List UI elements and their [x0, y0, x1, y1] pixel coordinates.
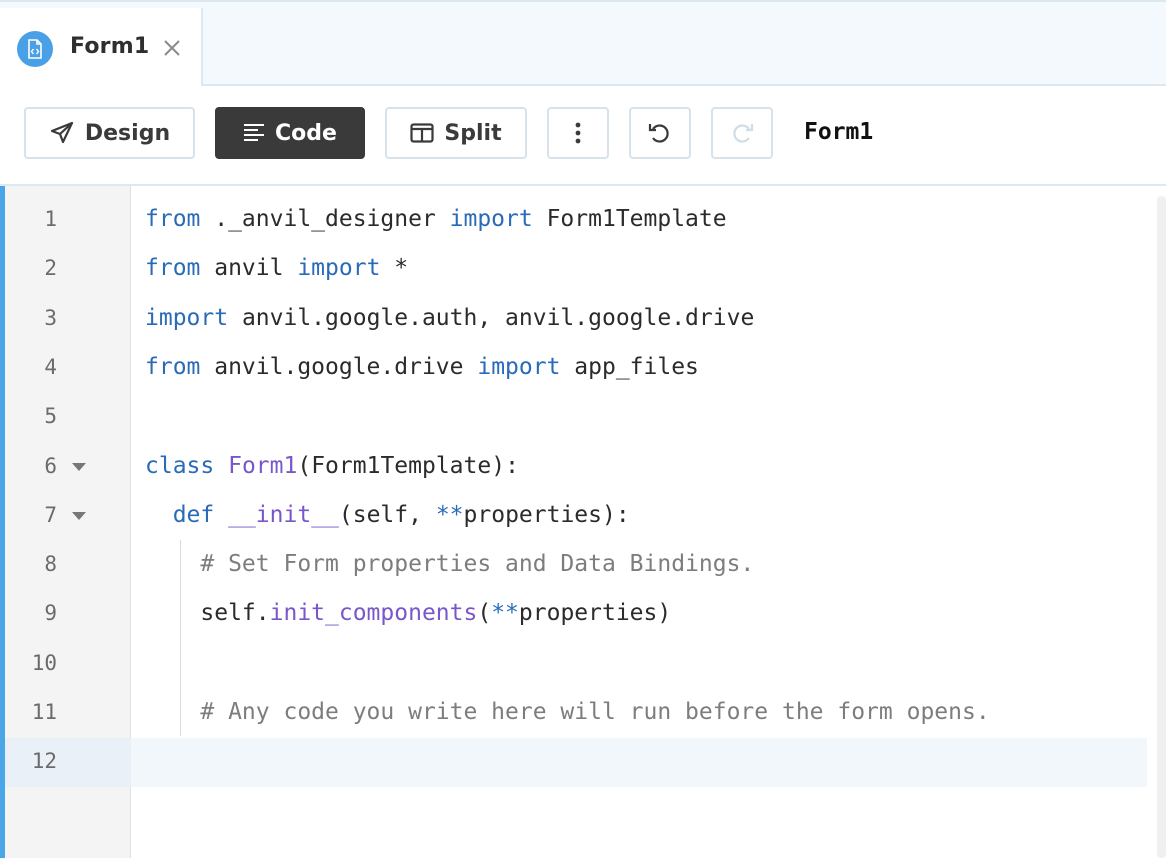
code-token: __init__ [228, 502, 339, 528]
code-line[interactable]: from anvil.google.drive import app_files [145, 343, 699, 392]
vertical-scrollbar[interactable] [1157, 196, 1166, 858]
code-token: import [449, 206, 533, 232]
code-token: # Any code you write here will run befor… [200, 699, 990, 725]
paper-plane-icon [49, 121, 75, 145]
form-name: Form1 [804, 119, 874, 145]
fold-arrow-icon[interactable] [70, 491, 88, 540]
code-token: app_files [560, 354, 699, 380]
code-token: import [297, 255, 381, 281]
code-token: (self, [338, 502, 436, 528]
align-left-icon [243, 123, 265, 143]
code-token: properties): [463, 502, 630, 528]
code-token: ** [435, 502, 464, 528]
code-token: from [145, 354, 201, 380]
redo-icon [729, 120, 755, 146]
line-number: 10 [31, 651, 57, 675]
code-token: ** [491, 600, 519, 626]
code-line[interactable]: class Form1(Form1Template): [145, 442, 519, 491]
undo-button[interactable] [629, 107, 691, 159]
close-icon[interactable] [160, 36, 184, 60]
code-token: import [145, 305, 229, 331]
code-token: anvil.google.auth, anvil.google.drive [228, 305, 755, 331]
code-token: anvil [200, 255, 298, 281]
code-token: def [172, 502, 215, 528]
code-token: Form1Template [532, 206, 727, 232]
more-vertical-icon [575, 122, 581, 144]
line-number: 3 [44, 306, 57, 330]
code-token: from [145, 255, 201, 281]
toolbar: Design Code Split Form1 [0, 86, 1166, 186]
code-token: * [380, 255, 409, 281]
tab-label: Form1 [70, 34, 150, 59]
code-token: from [145, 206, 201, 232]
code-token: class [145, 453, 215, 479]
code-line[interactable]: def __init__(self, **properties): [145, 491, 630, 540]
code-token: import [477, 354, 561, 380]
line-number: 2 [44, 256, 57, 280]
active-line-highlight [131, 738, 1147, 787]
tab-bar: Form1 [0, 0, 1166, 86]
line-number: 7 [44, 503, 57, 527]
split-button[interactable]: Split [385, 107, 527, 159]
code-token: init_components [269, 600, 478, 626]
code-token: # Set Form properties and Data Bindings. [200, 551, 755, 577]
redo-button[interactable] [711, 107, 773, 159]
split-label: Split [444, 120, 502, 146]
code-token: (Form1Template): [297, 453, 519, 479]
code-label: Code [275, 120, 337, 146]
code-token: ( [477, 600, 492, 626]
line-number: 1 [44, 207, 57, 231]
code-line[interactable]: import anvil.google.auth, anvil.google.d… [145, 294, 754, 343]
line-number: 5 [44, 404, 57, 428]
code-line[interactable]: from ._anvil_designer import Form1Templa… [145, 195, 727, 244]
design-label: Design [84, 120, 171, 146]
line-number: 9 [44, 601, 57, 625]
code-line[interactable]: # Any code you write here will run befor… [145, 688, 990, 737]
fold-arrow-icon[interactable] [70, 442, 88, 491]
line-number: 12 [31, 749, 57, 773]
line-number: 4 [44, 355, 57, 379]
line-number: 11 [31, 700, 57, 724]
code-button[interactable]: Code [215, 107, 365, 159]
code-token: properties) [518, 600, 672, 626]
code-token: anvil.google.drive [200, 354, 478, 380]
design-button[interactable]: Design [24, 107, 195, 159]
code-line[interactable]: from anvil import * [145, 244, 408, 293]
line-number: 6 [44, 454, 57, 478]
code-editor[interactable]: 1 from ._anvil_designer import Form1Templ… [0, 186, 1166, 858]
code-line[interactable]: # Set Form properties and Data Bindings. [145, 540, 754, 589]
line-number: 8 [44, 552, 57, 576]
split-view-icon [410, 123, 434, 143]
more-options-button[interactable] [547, 107, 609, 159]
code-file-icon [17, 31, 53, 67]
undo-icon [647, 120, 673, 146]
code-token: Form1 [228, 453, 298, 479]
tab-form1[interactable]: Form1 [0, 8, 203, 86]
code-token: ._anvil_designer [200, 206, 450, 232]
code-token: self. [145, 600, 270, 626]
code-line[interactable]: self.init_components(**properties) [145, 589, 671, 638]
